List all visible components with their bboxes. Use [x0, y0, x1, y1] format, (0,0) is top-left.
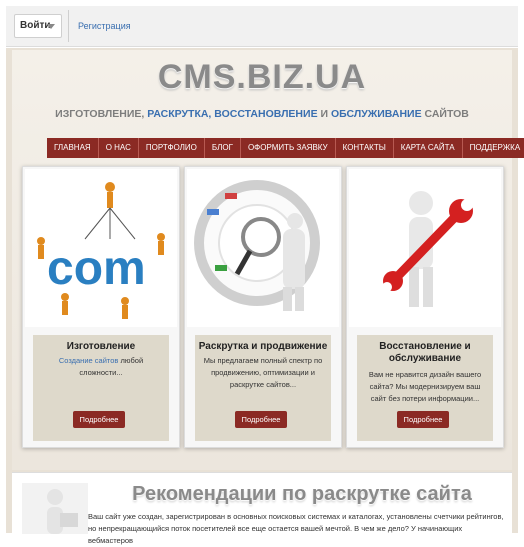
site-logo[interactable]: CMS.BIZ.UA — [12, 58, 512, 97]
nav-item-about[interactable]: О НАС — [99, 138, 139, 158]
create-sites-link[interactable]: Создание сайтов — [59, 356, 119, 365]
card-title: Восстановление и обслуживание — [379, 341, 471, 364]
nav-item-contacts[interactable]: КОНТАКТЫ — [336, 138, 394, 158]
recommendations-title: Рекомендации по раскрутке сайта — [132, 483, 472, 505]
nav-item-order[interactable]: ОФОРМИТЬ ЗАЯВКУ — [241, 138, 336, 158]
main-nav: ГЛАВНАЯ О НАС ПОРТФОЛИО БЛОГ ОФОРМИТЬ ЗА… — [47, 138, 524, 158]
seo-illustration — [187, 169, 339, 327]
tagline-part: САЙТОВ — [421, 108, 469, 120]
service-card-promotion: Раскрутка и продвижение Мы предлагаем по… — [184, 166, 342, 448]
tagline-part: ИЗГОТОВЛЕНИЕ, — [55, 108, 148, 120]
card-title: Раскрутка и продвижение — [198, 341, 328, 352]
tagline-part: ОБСЛУЖИВАНИЕ — [330, 108, 422, 120]
com-art-text: com — [47, 242, 146, 295]
site-tagline: ИЗГОТОВЛЕНИЕ, РАСКРУТКА, ВОССТАНОВЛЕНИЕ … — [12, 108, 512, 120]
top-bar: Войти Регистрация — [6, 6, 518, 47]
nav-item-portfolio[interactable]: ПОРТФОЛИО — [139, 138, 205, 158]
nav-item-home[interactable]: ГЛАВНАЯ — [47, 138, 99, 158]
card-panel: Восстановление и обслуживание Вам не нра… — [357, 335, 493, 441]
wrench-illustration — [349, 169, 501, 327]
page-body: CMS.BIZ.UA ИЗГОТОВЛЕНИЕ, РАСКРУТКА, ВОСС… — [6, 48, 524, 545]
card-text: Мы предлагаем полный спектр по продвижен… — [203, 356, 323, 389]
login-dropdown-button[interactable]: Войти — [14, 14, 62, 38]
card-text: Вам не нравится дизайн вашего сайта? Мы … — [368, 370, 482, 403]
card-panel: Изготовление Создание сайтов любой сложн… — [33, 335, 169, 441]
more-button[interactable]: Подробнее — [397, 411, 449, 428]
more-button[interactable]: Подробнее — [235, 411, 287, 428]
recommendations-text: Ваш сайт уже создан, зарегистрирован в о… — [88, 512, 504, 545]
nav-item-sitemap[interactable]: КАРТА САЙТА — [394, 138, 463, 158]
recommendations-section: Рекомендации по раскрутке сайта Ваш сайт… — [12, 472, 512, 545]
caret-down-icon — [47, 24, 55, 29]
register-link[interactable]: Регистрация — [78, 21, 131, 31]
com-illustration: com — [25, 169, 177, 327]
more-button[interactable]: Подробнее — [73, 411, 125, 428]
topbar-divider — [68, 10, 69, 42]
login-label: Войти — [20, 20, 51, 31]
nav-item-blog[interactable]: БЛОГ — [205, 138, 241, 158]
card-title: Изготовление — [66, 341, 136, 352]
service-card-restoration: Восстановление и обслуживание Вам не нра… — [346, 166, 504, 448]
tagline-part: И — [317, 108, 331, 120]
header-area: CMS.BIZ.UA ИЗГОТОВЛЕНИЕ, РАСКРУТКА, ВОСС… — [12, 50, 524, 470]
figure-thumbnail — [22, 483, 88, 534]
tagline-part: РАСКРУТКА, ВОССТАНОВЛЕНИЕ — [147, 108, 318, 120]
card-panel: Раскрутка и продвижение Мы предлагаем по… — [195, 335, 331, 441]
card-text: Создание сайтов любой сложности... — [37, 355, 165, 379]
nav-item-support[interactable]: ПОДДЕРЖКА — [463, 138, 524, 158]
service-card-creation: com Изготовление Создание сайтов любой с… — [22, 166, 180, 448]
